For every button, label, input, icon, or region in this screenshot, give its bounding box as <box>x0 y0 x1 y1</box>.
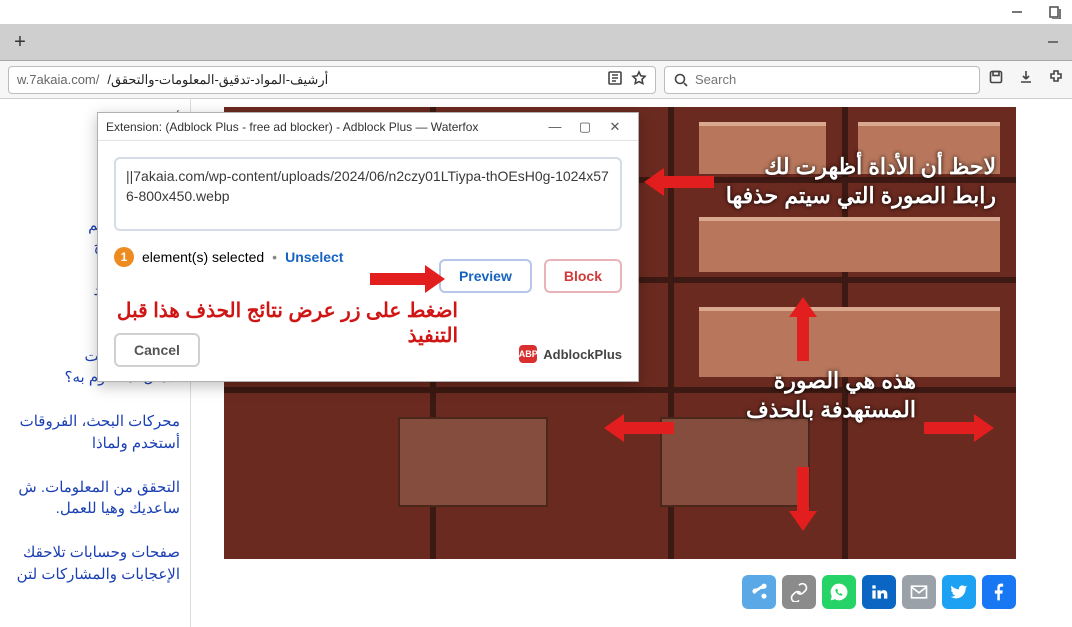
abp-logo-icon: ABP <box>519 345 537 363</box>
selected-count-badge: 1 <box>114 247 134 267</box>
preview-button[interactable]: Preview <box>439 259 532 293</box>
new-tab-button[interactable]: + <box>6 28 34 56</box>
arrow-down-icon <box>792 467 814 531</box>
sidebar-item[interactable]: صفحات وحسابات تلاحقكالإعجابات والمشاركات… <box>0 542 180 586</box>
docpage-icon[interactable] <box>1048 5 1062 19</box>
sidebar-item[interactable]: التحقق من المعلومات. شساعديك وهيا للعمل. <box>0 477 180 521</box>
bookmark-star-icon[interactable] <box>631 70 647 89</box>
toolbar: w.7akaia.com/ أرشيف-المواد-تدقيق-المعلوم… <box>0 61 1072 99</box>
blocked-url-field[interactable]: ||7akaia.com/wp-content/uploads/2024/06/… <box>114 157 622 231</box>
reader-mode-icon[interactable] <box>607 70 623 89</box>
annotation-target-image: هذه هي الصورةالمستهدفة بالحذف <box>716 367 916 424</box>
address-bar[interactable]: w.7akaia.com/ أرشيف-المواد-تدقيق-المعلوم… <box>8 66 656 94</box>
adblock-brand: ABP AdblockPlus <box>519 345 622 363</box>
annotation-press-preview: اضغط على زر عرض نتائج الحذف هذا قبل التن… <box>108 298 458 348</box>
dialog-minimize-button[interactable]: — <box>540 119 570 134</box>
share-link-button[interactable] <box>782 575 816 609</box>
arrow-up-icon <box>792 297 814 361</box>
share-twitter-button[interactable] <box>942 575 976 609</box>
url-path: أرشيف-المواد-تدقيق-المعلومات-والتحقق/ <box>107 72 328 88</box>
search-icon <box>673 72 689 88</box>
dialog-titlebar: Extension: (Adblock Plus - free ad block… <box>98 113 638 141</box>
search-input[interactable] <box>695 72 971 87</box>
arrow-left-icon <box>644 171 714 193</box>
window-controls <box>1010 0 1072 24</box>
share-row <box>224 575 1016 615</box>
arrow-right-icon <box>370 268 445 290</box>
url-host: w.7akaia.com/ <box>17 72 99 87</box>
save-page-icon[interactable] <box>988 69 1004 90</box>
minimize-button[interactable] <box>1010 5 1024 19</box>
share-whatsapp-button[interactable] <box>822 575 856 609</box>
tab-strip: + <box>0 24 1072 61</box>
search-box[interactable] <box>664 66 980 94</box>
dialog-close-button[interactable]: ✕ <box>600 119 630 135</box>
arrow-right-icon <box>924 417 994 439</box>
share-facebook-button[interactable] <box>982 575 1016 609</box>
extensions-icon[interactable] <box>1048 69 1064 90</box>
unselect-link[interactable]: Unselect <box>285 249 343 265</box>
dialog-maximize-button[interactable]: ▢ <box>570 119 600 135</box>
selected-label: element(s) selected <box>142 249 264 265</box>
share-generic-button[interactable] <box>742 575 776 609</box>
arrow-left-icon <box>604 417 674 439</box>
annotation-tool-showed-url: لاحظ أن الأداة أظهرت لكرابط الصورة التي … <box>696 153 996 210</box>
block-button[interactable]: Block <box>544 259 622 293</box>
downloads-icon[interactable] <box>1018 69 1034 90</box>
dialog-title: Extension: (Adblock Plus - free ad block… <box>106 120 478 134</box>
toolbar-actions <box>988 69 1064 90</box>
sidebar-item[interactable]: محركات البحث، الفروقاتأستخدم ولماذا <box>0 411 180 455</box>
share-email-button[interactable] <box>902 575 936 609</box>
share-linkedin-button[interactable] <box>862 575 896 609</box>
tabstrip-minimize-icon[interactable] <box>1046 35 1060 49</box>
